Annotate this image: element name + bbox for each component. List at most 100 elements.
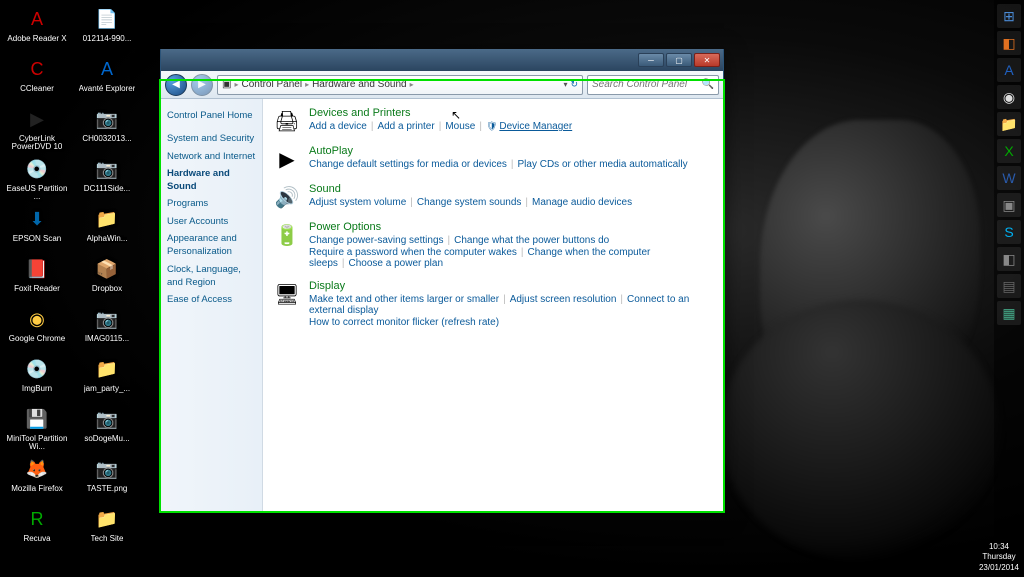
search-input[interactable] [592,79,702,90]
app-icon-2[interactable]: ▣ [997,193,1021,217]
desktop-icon[interactable]: ⬇EPSON Scan [2,204,72,254]
category-title[interactable]: Display [309,280,713,292]
divider: | [410,197,413,208]
skype-icon[interactable]: S [997,220,1021,244]
chrome-icon[interactable]: ◉ [997,85,1021,109]
category-title[interactable]: AutoPlay [309,145,713,157]
icon-label: Foxit Reader [14,285,60,293]
category-title[interactable]: Sound [309,183,713,195]
breadcrumb-root[interactable]: Control Panel [241,79,302,90]
desktop-icon[interactable]: AAdobe Reader X [2,4,72,54]
task-link[interactable]: Add a device [309,121,367,132]
desktop-icon[interactable]: 📷IMAG0115... [72,304,142,354]
task-link[interactable]: Add a printer [377,121,434,132]
sidebar-item[interactable]: Appearance and Personalization [167,232,256,259]
desktop-icon[interactable]: CCCleaner [2,54,72,104]
nav-forward-button[interactable]: ▶ [191,74,213,96]
sidebar-item[interactable]: Network and Internet [167,150,256,163]
icon-label: MiniTool Partition Wi... [4,435,70,452]
sidebar-home[interactable]: Control Panel Home [167,109,256,122]
app-icon-4[interactable]: ▤ [997,274,1021,298]
app-icon: 📷 [92,404,122,434]
icon-label: AlphaWin... [87,235,128,243]
app-icon: A [92,54,122,84]
category-icon: 🔊 [273,183,301,211]
desktop-icon[interactable]: 📦Dropbox [72,254,142,304]
refresh-icon[interactable]: ↻ [570,79,578,90]
close-button[interactable]: ✕ [694,53,720,67]
desktop-icon[interactable]: 📁jam_party_... [72,354,142,404]
system-clock[interactable]: 10:34 Thursday 23/01/2014 [974,538,1024,577]
sidebar-item[interactable]: Clock, Language, and Region [167,263,256,290]
address-bar[interactable]: ▣ ▸ Control Panel ▸ Hardware and Sound ▸… [217,75,583,95]
category-title[interactable]: Devices and Printers [309,107,713,119]
sidebar-item[interactable]: User Accounts [167,215,256,228]
sidebar-item[interactable]: Programs [167,197,256,210]
app-icon: A [22,4,52,34]
task-link[interactable]: How to correct monitor flicker (refresh … [309,317,499,328]
search-box[interactable]: 🔍 [587,75,719,95]
task-link[interactable]: Adjust system volume [309,197,406,208]
desktop-icon[interactable]: ◉Google Chrome [2,304,72,354]
minimize-button[interactable]: ─ [638,53,664,67]
desktop-icon[interactable]: 📁AlphaWin... [72,204,142,254]
app-icon: ◉ [22,304,52,334]
task-link[interactable]: Device Manager [499,121,572,132]
icon-label: 012114-990... [83,35,132,43]
icon-label: Recuva [23,535,50,543]
word-icon[interactable]: W [997,166,1021,190]
desktop-icon[interactable]: 📷soDogeMu... [72,404,142,454]
divider: | [521,247,524,258]
excel-icon[interactable]: X [997,139,1021,163]
desktop-icon[interactable]: 💿ImgBurn [2,354,72,404]
nav-back-button[interactable]: ◀ [165,74,187,96]
desktop-icon[interactable]: 📁Tech Site [72,504,142,554]
dropdown-icon[interactable]: ▾ [563,80,567,89]
task-link[interactable]: Adjust screen resolution [510,294,617,305]
category-title[interactable]: Power Options [309,221,713,233]
icon-label: EPSON Scan [13,235,61,243]
task-link[interactable]: Choose a power plan [349,258,444,269]
app-icon-3[interactable]: ◧ [997,247,1021,271]
desktop-icon[interactable]: 📷DC111Side... [72,154,142,204]
desktop-icon[interactable]: 🦊Mozilla Firefox [2,454,72,504]
task-link[interactable]: Make text and other items larger or smal… [309,294,499,305]
sidebar-item[interactable]: Ease of Access [167,293,256,306]
desktop-icon[interactable]: ▶CyberLink PowerDVD 10 [2,104,72,154]
desktop-icon[interactable]: 📕Foxit Reader [2,254,72,304]
icon-label: soDogeMu... [84,435,129,443]
breadcrumb-current[interactable]: Hardware and Sound [312,79,407,90]
desktop-icons-area: AAdobe Reader X📄012114-990...CCCleanerAA… [0,0,160,577]
task-link[interactable]: Change what the power buttons do [454,235,609,246]
start-button[interactable]: ⊞ [997,4,1021,28]
search-icon[interactable]: 🔍 [702,79,714,90]
desktop-icon[interactable]: 📄012114-990... [72,4,142,54]
desktop-icon[interactable]: 💿EaseUS Partition ... [2,154,72,204]
app-icon: 📁 [92,504,122,534]
task-link[interactable]: Play CDs or other media automatically [518,159,688,170]
desktop-icon[interactable]: 📷CH0032013... [72,104,142,154]
app-icon: 📷 [92,154,122,184]
task-link[interactable]: Change power-saving settings [309,235,444,246]
desktop-icon[interactable]: RRecuva [2,504,72,554]
window-titlebar[interactable]: ─ ▢ ✕ [161,49,723,71]
task-link[interactable]: Change default settings for media or dev… [309,159,507,170]
sidebar-item[interactable]: System and Security [167,132,256,145]
task-link[interactable]: Mouse [445,121,475,132]
chevron-right-icon: ▸ [410,80,414,89]
desktop-icon[interactable]: AAvanté Explorer [72,54,142,104]
icon-label: Mozilla Firefox [11,485,63,493]
maximize-button[interactable]: ▢ [666,53,692,67]
desktop-icon[interactable]: 💾MiniTool Partition Wi... [2,404,72,454]
sidebar-item[interactable]: Hardware and Sound [167,167,256,194]
app-icon-5[interactable]: ▦ [997,301,1021,325]
app-icon: 📄 [92,4,122,34]
desktop-icon[interactable]: 📷TASTE.png [72,454,142,504]
task-link[interactable]: Manage audio devices [532,197,632,208]
divider: | [620,294,623,305]
app-icon[interactable]: A [997,58,1021,82]
task-link[interactable]: Change system sounds [417,197,522,208]
explorer-icon[interactable]: 📁 [997,112,1021,136]
task-link[interactable]: Require a password when the computer wak… [309,247,517,258]
outlook-icon[interactable]: ◧ [997,31,1021,55]
